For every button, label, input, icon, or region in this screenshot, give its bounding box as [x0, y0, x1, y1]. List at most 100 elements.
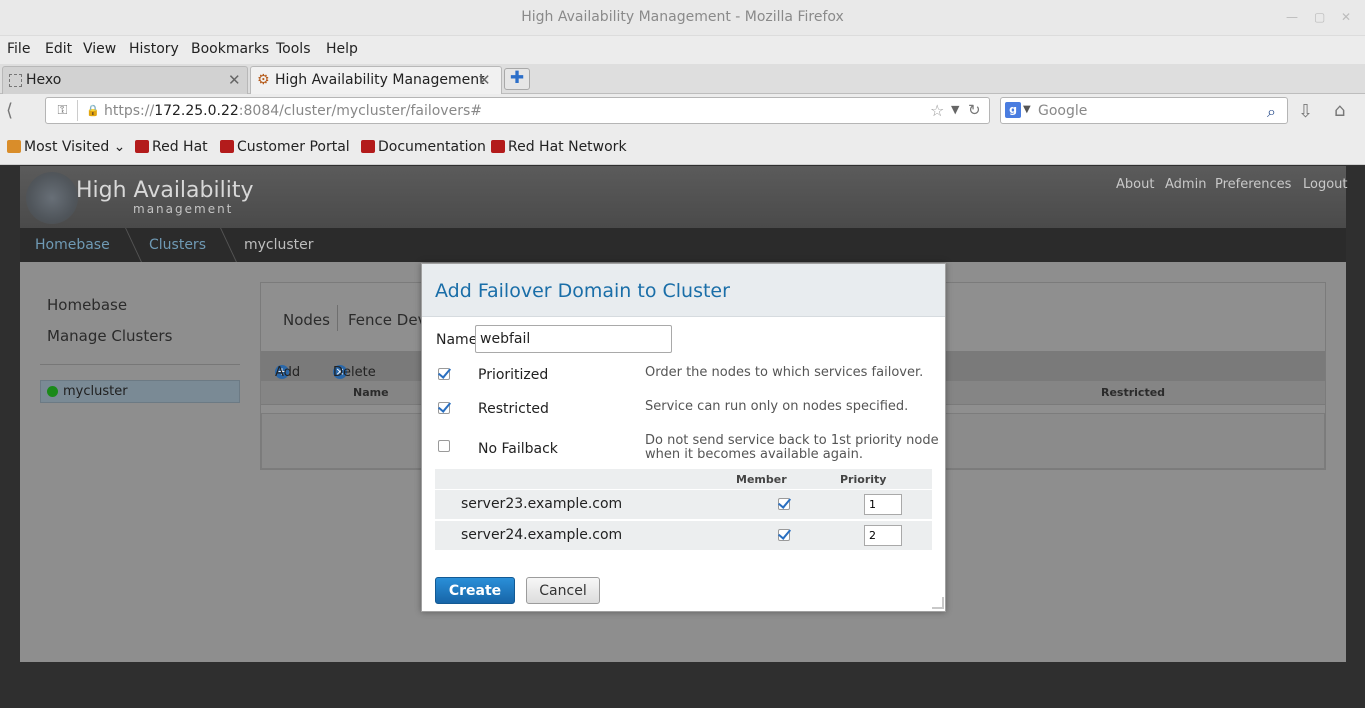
lock-icon: 🔒 — [86, 104, 100, 117]
sidebar-item-mycluster[interactable]: mycluster — [40, 380, 240, 403]
option-label: No Failback — [478, 441, 558, 457]
dialog-title: Add Failover Domain to Cluster — [435, 280, 730, 302]
no-failback-checkbox[interactable] — [438, 440, 450, 452]
close-tab-icon[interactable]: ✕ — [478, 71, 491, 89]
restricted-checkbox[interactable] — [438, 402, 450, 414]
back-icon[interactable]: ⟨ — [6, 100, 34, 124]
column-priority: Priority — [840, 473, 887, 486]
column-restricted: Restricted — [1101, 386, 1166, 399]
tab-label: High Availability Management — [275, 72, 485, 88]
tab-nodes[interactable]: Nodes — [283, 311, 330, 329]
member-checkbox[interactable] — [778, 529, 790, 541]
search-icon[interactable]: ⌕ — [1267, 102, 1276, 122]
window-title: High Availability Management - Mozilla F… — [521, 9, 844, 25]
redhat-icon — [135, 140, 149, 153]
bookmark-documentation[interactable]: Documentation — [361, 139, 486, 155]
option-restricted: Restricted Service can run only on nodes… — [422, 398, 945, 428]
create-button[interactable]: Create — [435, 577, 515, 604]
page-icon — [9, 74, 22, 87]
google-icon[interactable]: g — [1005, 102, 1021, 118]
menu-view[interactable]: View — [83, 41, 116, 57]
breadcrumb-clusters[interactable]: Clusters — [149, 237, 206, 253]
dialog-header: Add Failover Domain to Cluster — [422, 264, 945, 317]
url-text[interactable]: https://172.25.0.22:8084/cluster/myclust… — [104, 103, 482, 119]
bookmark-red-hat[interactable]: Red Hat — [135, 139, 208, 155]
tab-label: Hexo — [26, 72, 62, 88]
breadcrumb-current: mycluster — [244, 237, 314, 253]
logo-icon — [26, 172, 78, 224]
close-window-icon[interactable]: ✕ — [1341, 10, 1351, 24]
about-link[interactable]: About — [1116, 177, 1154, 192]
sidebar-item-homebase[interactable]: Homebase — [47, 296, 127, 314]
priority-input[interactable] — [864, 494, 902, 515]
bookmark-star-icon[interactable]: ☆ — [930, 101, 944, 120]
menu-help[interactable]: Help — [326, 41, 358, 57]
minimize-icon[interactable]: — — [1286, 10, 1298, 24]
prioritized-checkbox[interactable] — [438, 368, 450, 380]
url-bar[interactable]: ⚿ 🔒 https://172.25.0.22:8084/cluster/myc… — [45, 97, 990, 124]
node-hostname: server23.example.com — [461, 496, 623, 512]
cluster-label: mycluster — [63, 384, 128, 399]
folder-icon — [7, 140, 21, 153]
logo-subtitle: management — [133, 202, 234, 216]
cancel-button[interactable]: Cancel — [526, 577, 600, 604]
download-icon[interactable]: ⇩ — [1298, 101, 1313, 122]
name-field[interactable] — [475, 325, 672, 353]
logout-link[interactable]: Logout — [1303, 177, 1348, 192]
search-bar[interactable]: g ▼ Google ⌕ — [1000, 97, 1288, 124]
breadcrumb-homebase[interactable]: Homebase — [35, 237, 110, 253]
menu-history[interactable]: History — [129, 41, 179, 57]
table-row: server24.example.com — [435, 521, 932, 550]
table-row: server23.example.com — [435, 490, 932, 519]
option-no-failback: No Failback Do not send service back to … — [422, 432, 945, 462]
redhat-icon — [361, 140, 375, 153]
tab-divider — [337, 305, 338, 331]
chevron-down-icon[interactable]: ▼ — [951, 103, 959, 116]
chevron-down-icon[interactable]: ▼ — [1023, 104, 1031, 115]
logo-title: High Availability — [76, 178, 254, 203]
add-failover-domain-dialog: Add Failover Domain to Cluster Name Prio… — [421, 263, 946, 612]
tab-bar: Hexo ✕ ⚙ High Availability Management ✕ — [0, 64, 1365, 94]
tab-fence-devices[interactable]: Fence Dev — [348, 311, 426, 329]
breadcrumb: Homebase Clusters mycluster — [20, 228, 1346, 262]
maximize-icon[interactable]: ▢ — [1314, 10, 1325, 24]
tab-ha-management[interactable]: ⚙ High Availability Management ✕ — [250, 66, 502, 94]
admin-link[interactable]: Admin — [1165, 177, 1206, 192]
option-label: Prioritized — [478, 367, 549, 383]
menubar: File Edit View History Bookmarks Tools H… — [0, 36, 1365, 64]
resize-grip-icon[interactable] — [932, 597, 944, 609]
option-description: Do not send service back to 1st priority… — [645, 433, 939, 462]
menu-file[interactable]: File — [7, 41, 30, 57]
reload-icon[interactable]: ↻ — [968, 101, 981, 119]
option-prioritized: Prioritized Order the nodes to which ser… — [422, 364, 945, 394]
preferences-link[interactable]: Preferences — [1215, 177, 1291, 192]
navigation-bar: ⟨ ⚿ 🔒 https://172.25.0.22:8084/cluster/m… — [0, 94, 1365, 130]
bookmark-red-hat-network[interactable]: Red Hat Network — [491, 139, 627, 155]
menu-bookmarks[interactable]: Bookmarks — [191, 41, 269, 57]
option-label: Restricted — [478, 401, 549, 417]
menu-edit[interactable]: Edit — [45, 41, 72, 57]
bookmarks-toolbar: Most Visited ⌄ Red Hat Customer Portal D… — [0, 130, 1365, 165]
sidebar-item-manage-clusters[interactable]: Manage Clusters — [47, 327, 172, 345]
close-tab-icon[interactable]: ✕ — [228, 71, 241, 89]
member-checkbox[interactable] — [778, 498, 790, 510]
menu-tools[interactable]: Tools — [276, 41, 311, 57]
option-description: Service can run only on nodes specified. — [645, 399, 909, 414]
sidebar-divider — [40, 364, 240, 365]
tab-hexo[interactable]: Hexo ✕ — [2, 66, 248, 94]
column-name: Name — [353, 386, 389, 399]
window-titlebar: High Availability Management - Mozilla F… — [0, 0, 1365, 36]
bookmark-most-visited[interactable]: Most Visited ⌄ — [7, 139, 125, 155]
node-hostname: server24.example.com — [461, 527, 623, 543]
search-placeholder: Google — [1038, 103, 1088, 119]
bookmark-customer-portal[interactable]: Customer Portal — [220, 139, 350, 155]
app-header: High Availability management About Admin… — [20, 166, 1348, 228]
status-dot-icon — [47, 386, 58, 397]
home-icon[interactable]: ⌂ — [1334, 100, 1345, 121]
priority-input[interactable] — [864, 525, 902, 546]
new-tab-button[interactable]: ✚ — [504, 68, 530, 90]
option-description: Order the nodes to which services failov… — [645, 365, 924, 380]
gear-icon: ⚙ — [257, 72, 270, 88]
member-table-header: Member Priority — [435, 469, 932, 489]
identity-icon[interactable]: ⚿ — [48, 100, 78, 121]
